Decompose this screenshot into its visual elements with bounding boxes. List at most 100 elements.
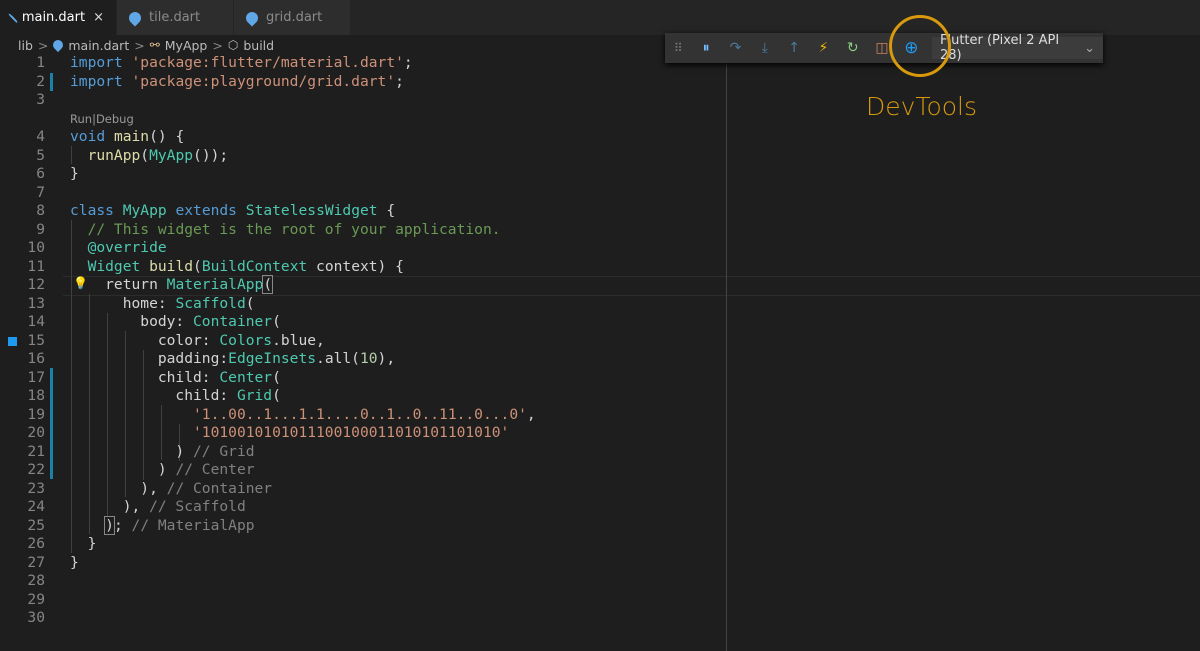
line-content: @override [70, 239, 167, 258]
devtools-annotation-label: DevTools [866, 92, 977, 121]
code-token: ( [272, 387, 281, 404]
line-content: color: Colors.blue, [70, 332, 325, 351]
step-out-button[interactable]: ↑ [779, 40, 808, 56]
line-number: 11 [0, 258, 45, 277]
code-token: '1010010101011100100011010101101010' [193, 424, 509, 441]
code-token: home: [70, 295, 175, 312]
line-number: 22 [0, 461, 45, 480]
code-token: Center [219, 369, 272, 386]
line-number: 29 [0, 591, 45, 610]
code-token: ) [70, 461, 175, 478]
line-content: body: Container( [70, 313, 281, 332]
breadcrumb: lib > main.dart > ⚯ MyApp > ⬡ build [18, 36, 274, 54]
code-line: 25 ); // MaterialApp [0, 517, 1200, 536]
breadcrumb-class[interactable]: MyApp [165, 38, 208, 53]
code-token: import [70, 54, 123, 71]
line-content: ) // Center [70, 461, 255, 480]
code-line: 18 child: Grid( [0, 387, 1200, 406]
line-number: 25 [0, 517, 45, 536]
code-token: ( [272, 313, 281, 330]
code-token: ; [114, 517, 132, 534]
code-token [140, 258, 149, 275]
debug-link[interactable]: Debug [96, 112, 134, 126]
line-number: 16 [0, 350, 45, 369]
line-number: 24 [0, 498, 45, 517]
code-line: 3 [0, 91, 1200, 110]
code-line: 13 home: Scaffold( [0, 295, 1200, 314]
line-number: 1 [0, 54, 45, 73]
class-symbol-icon: ⚯ [150, 38, 160, 52]
code-token [237, 202, 246, 219]
drag-handle-icon[interactable]: ⠿ [665, 41, 691, 55]
line-content: '1010010101011100100011010101101010' [70, 424, 509, 443]
code-token: '1..00..1...1.1....0..1..0..11..0...0' [193, 406, 527, 423]
code-token: class [70, 202, 114, 219]
device-selector[interactable]: Flutter (Pixel 2 API 28) ⌄ [932, 37, 1103, 59]
line-number: 3 [0, 91, 45, 110]
code-line: 17 child: Center( [0, 369, 1200, 388]
method-cube-icon: ⬡ [228, 38, 238, 52]
code-token: color: [70, 332, 219, 349]
code-token: Widget [88, 258, 141, 275]
code-token: child: [70, 369, 219, 386]
hot-reload-button[interactable]: ⚡ [809, 40, 838, 56]
tab-tile-dart[interactable]: tile.dart [117, 0, 234, 35]
code-token [70, 239, 88, 256]
code-line: 4void main() { [0, 128, 1200, 147]
pause-button[interactable]: ⏸ [691, 40, 720, 56]
code-token: Scaffold [175, 295, 245, 312]
tab-grid-dart[interactable]: grid.dart [234, 0, 351, 35]
step-over-button[interactable]: ↷ [721, 40, 750, 56]
line-content: void main() { [70, 128, 184, 147]
code-token: context) { [307, 258, 404, 275]
codelens-actions: Run|Debug [70, 110, 134, 129]
code-token: EdgeInsets [228, 350, 316, 367]
run-link[interactable]: Run [70, 112, 92, 126]
code-token: } [70, 554, 79, 571]
line-content: ), // Container [70, 480, 272, 499]
code-token: void [70, 128, 105, 145]
device-label: Flutter (Pixel 2 API 28) [940, 33, 1076, 63]
code-token: ( [263, 276, 272, 293]
line-content: child: Grid( [70, 387, 281, 406]
line-content: // This widget is the root of your appli… [70, 221, 501, 240]
code-editor[interactable]: 💡 1import 'package:flutter/material.dart… [0, 54, 1200, 628]
close-tab-icon[interactable]: × [93, 10, 104, 25]
code-token [70, 406, 193, 423]
code-token: ) [105, 517, 114, 534]
code-token: ( [193, 258, 202, 275]
code-line: 2import 'package:playground/grid.dart'; [0, 73, 1200, 92]
code-token: StatelessWidget [246, 202, 378, 219]
devtools-highlight-circle [889, 15, 951, 77]
code-line: 19 '1..00..1...1.1....0..1..0..11..0...0… [0, 406, 1200, 425]
breadcrumb-method[interactable]: build [243, 38, 274, 53]
line-number: 27 [0, 554, 45, 573]
breadcrumb-separator: > [134, 38, 144, 53]
code-token: .blue, [272, 332, 325, 349]
code-token [70, 517, 105, 534]
code-line: 28 [0, 572, 1200, 591]
breadcrumb-lib[interactable]: lib [18, 38, 33, 53]
line-content: Widget build(BuildContext context) { [70, 258, 404, 277]
line-number: 2 [0, 73, 45, 92]
line-number: 14 [0, 313, 45, 332]
code-line: 6} [0, 165, 1200, 184]
code-line: 29 [0, 591, 1200, 610]
step-into-button[interactable]: ⤓ [750, 40, 779, 56]
chevron-down-icon: ⌄ [1084, 41, 1095, 56]
line-content: import 'package:flutter/material.dart'; [70, 54, 413, 73]
line-content: class MyApp extends StatelessWidget { [70, 202, 395, 221]
code-token: } [70, 535, 96, 552]
line-content: ), // Scaffold [70, 498, 246, 517]
code-line: 30 [0, 609, 1200, 628]
code-token: ; [404, 54, 413, 71]
code-token: } [70, 165, 79, 182]
breadcrumb-file[interactable]: main.dart [68, 38, 129, 53]
code-token: ), [70, 498, 149, 515]
code-token: MyApp [123, 202, 167, 219]
code-token: import [70, 73, 123, 90]
tab-main-dart[interactable]: main.dart × [0, 0, 117, 35]
restart-button[interactable]: ↻ [838, 40, 867, 56]
line-content: ); // MaterialApp [70, 517, 255, 536]
code-token: return [70, 276, 167, 293]
